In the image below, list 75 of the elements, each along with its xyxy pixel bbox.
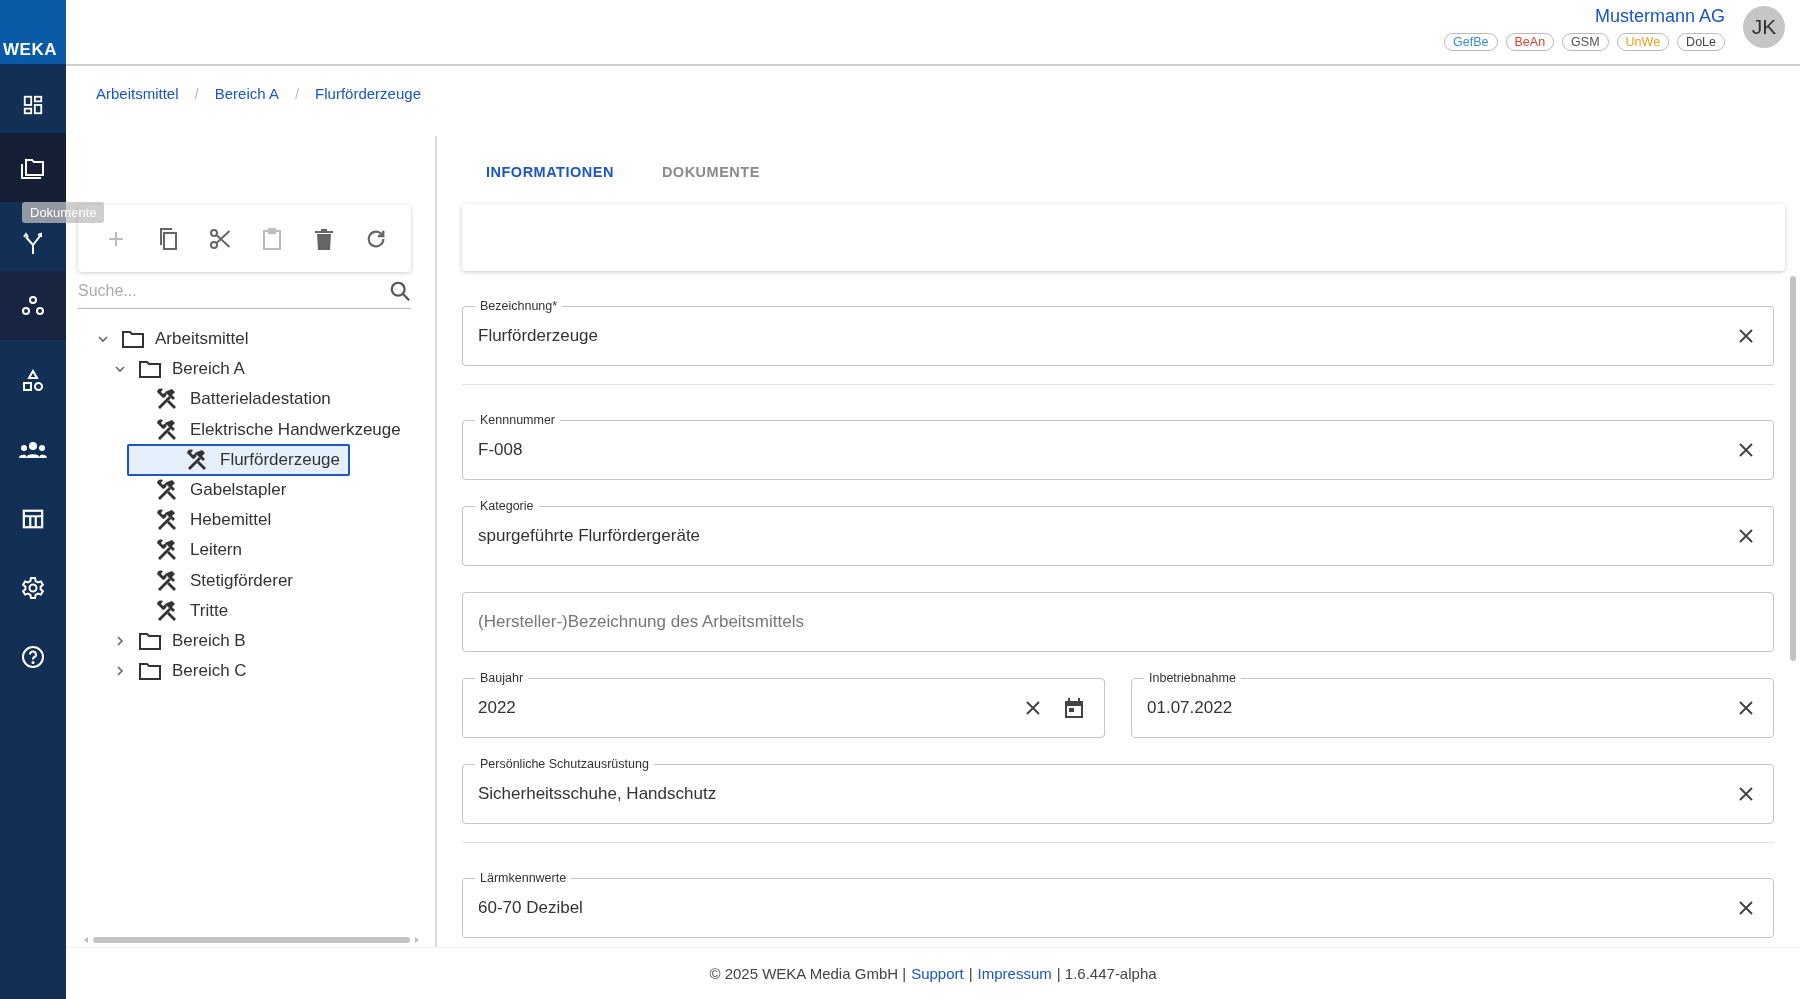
field-value: Sicherheitsschuhe, Handschutz [478,784,718,804]
dashboard-icon [22,93,44,116]
hammer-wrench-icon [155,538,179,563]
nodes-icon [21,294,45,317]
hammer-wrench-icon [155,508,179,533]
footer-text: | 1.6.447-alpha [1056,965,1157,982]
clear-icon[interactable] [1739,329,1753,343]
tree-item[interactable]: Bereich A [137,355,255,384]
clear-icon[interactable] [1739,529,1753,543]
clipboard-icon [260,226,283,251]
nav-item[interactable] [0,133,66,202]
breadcrumb-link[interactable]: Arbeitsmittel [96,85,179,102]
tree-item[interactable]: Stetigförderer [127,566,303,595]
breadcrumb-link[interactable]: Flurförderzeuge [315,85,421,102]
tree-item[interactable]: Batterieladestation [127,385,341,414]
tree-item[interactable]: Bereich C [137,657,257,686]
hammer-wrench-icon [155,568,179,593]
scrollbar[interactable] [84,936,419,944]
hammer-wrench-icon [155,387,179,412]
tree-item[interactable]: Arbeitsmittel [120,325,259,354]
footer-text: | [968,965,973,982]
breadcrumb-separator: / [194,85,199,102]
search-icon[interactable] [389,280,411,302]
placeholder-text: Suche... [78,282,138,300]
tree-item[interactable]: Gabelstapler [127,476,297,505]
footer-link[interactable]: Support [911,965,964,982]
company-name[interactable]: Mustermann AG [1594,6,1725,27]
field-value: 60-70 Dezibel [478,898,584,918]
placeholder-text: (Hersteller-)Bezeichnung des Arbeitsmittels [478,612,805,632]
tree-item[interactable]: Hebemittel [127,506,282,535]
people-icon [19,439,47,460]
clear-icon[interactable] [1739,443,1753,457]
field-value: 01.07.2022 [1147,698,1234,718]
clear-icon[interactable] [1739,787,1753,801]
tree-item[interactable]: Tritte [127,596,239,625]
folder-icon [139,662,161,681]
field-label: Bezeichnung* [475,299,563,314]
shapes-icon [21,368,45,393]
hammer-wrench-icon [155,417,179,442]
clear-icon[interactable] [1026,701,1040,715]
folder-icon [122,330,144,349]
table-icon [22,507,44,530]
fork-arrows-icon [22,230,44,255]
breadcrumb-separator: / [294,85,300,102]
hammer-wrench-icon [155,478,179,503]
field-value: Flurförderzeuge [478,326,599,346]
footer-text: © 2025 WEKA Media GmbH | [709,965,907,982]
field-label: Persönliche Schutzausrüstung [475,757,654,772]
tree-item[interactable]: Leitern [127,536,252,565]
footer-link[interactable]: Impressum [977,965,1052,982]
field-value: spurgeführte Flurfördergeräte [478,526,702,546]
settings-icon [21,575,45,600]
tab[interactable]: INFORMATIONEN [462,150,638,194]
help-icon [21,644,45,669]
tree-item[interactable]: Flurförderzeuge [127,443,350,476]
hammer-wrench-icon [185,447,209,472]
trash-icon [313,227,334,250]
tree-item[interactable]: Elektrische Handwerkzeuge [127,415,411,444]
nav-item[interactable] [0,271,66,340]
breadcrumb-link[interactable]: Bereich A [214,85,279,102]
folder-icon [139,631,161,650]
scissors-icon [207,226,232,251]
folder-icon [139,360,161,379]
calendar-icon[interactable] [1064,697,1084,719]
field-label: Baujahr [475,671,529,686]
clear-icon[interactable] [1739,901,1753,915]
field-label: Kategorie [475,499,539,514]
field-value: F-008 [478,440,524,460]
tree-item[interactable]: Bereich B [137,626,256,655]
field-value: 2022 [478,698,517,718]
logo[interactable]: WEKA [0,0,66,64]
clear-icon[interactable] [1739,701,1753,715]
scrollbar[interactable] [1790,276,1796,661]
hammer-wrench-icon [155,598,179,623]
user-avatar[interactable]: JK [1743,6,1785,48]
